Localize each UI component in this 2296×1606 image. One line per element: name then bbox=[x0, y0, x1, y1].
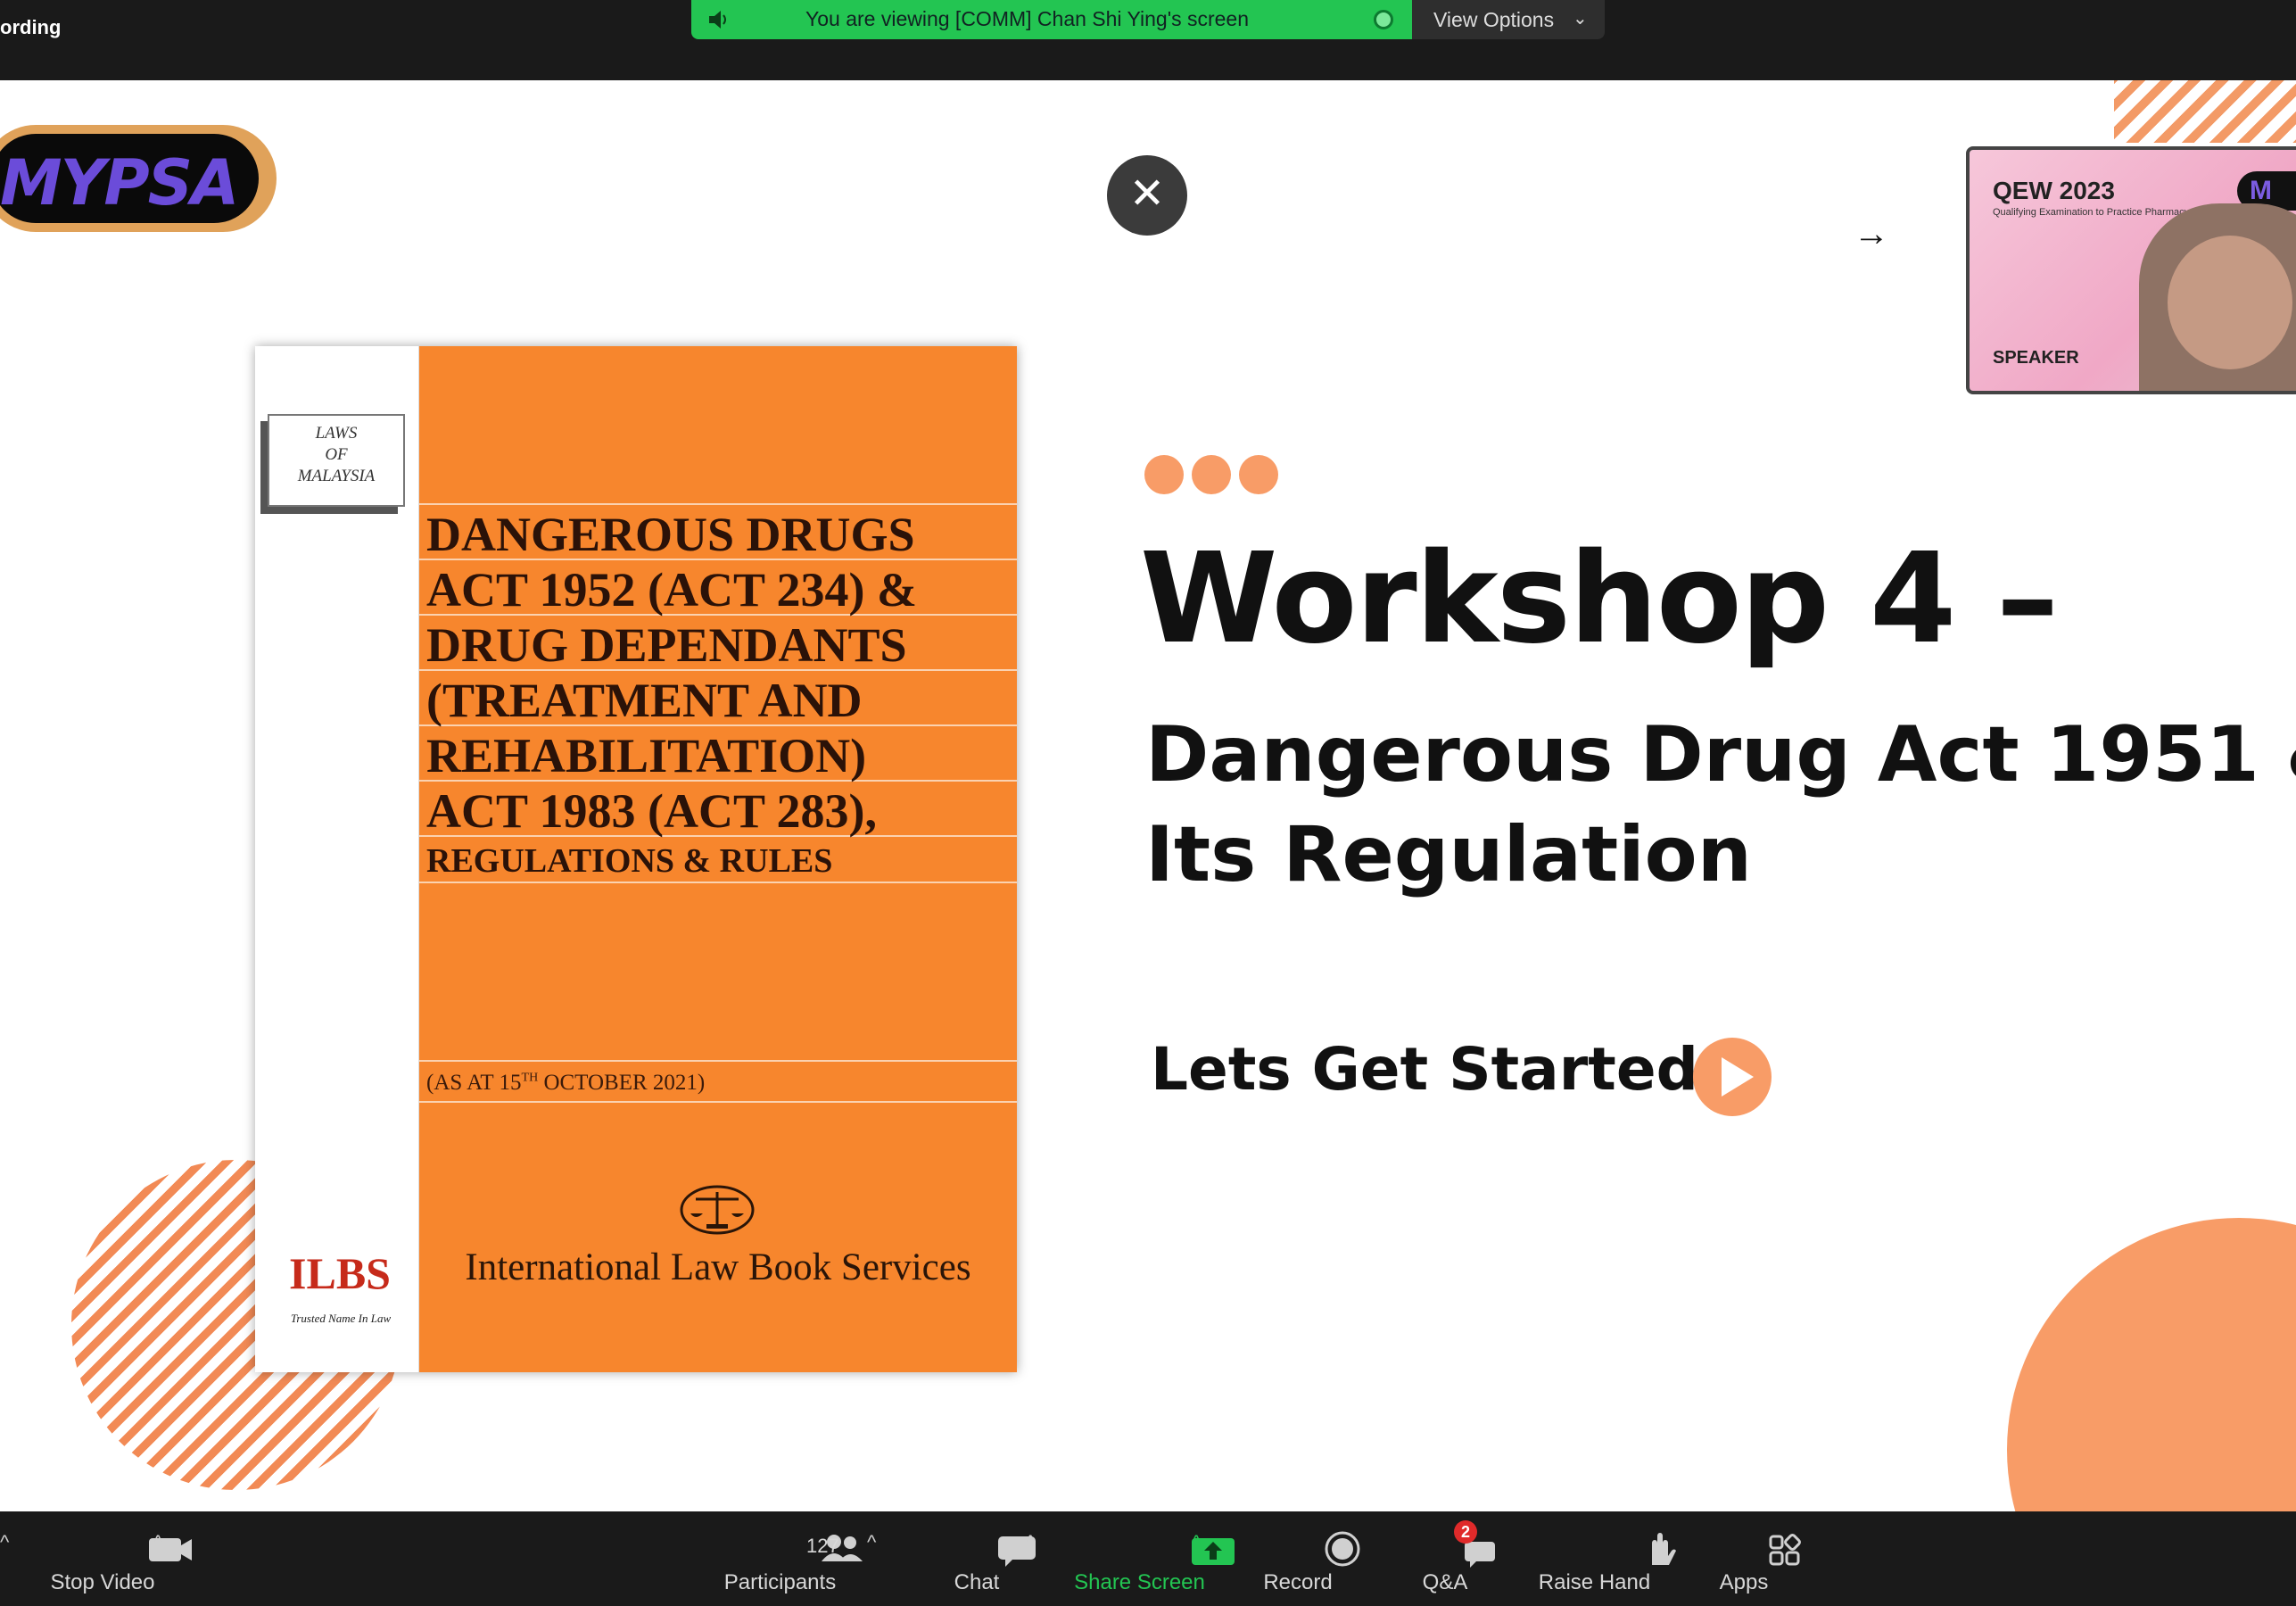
caret-up-icon[interactable]: ^ bbox=[867, 1531, 876, 1554]
share-screen-label: Share Screen bbox=[1074, 1570, 1205, 1594]
apps-label: Apps bbox=[1719, 1570, 1769, 1594]
decorative-dot bbox=[1192, 455, 1231, 494]
shared-screen-slide: MYPSA ✕ → LAWS OF MALAYSIA DANGEROUS DRU… bbox=[0, 80, 2296, 1511]
chat-label: Chat bbox=[954, 1570, 1000, 1594]
caret-up-icon[interactable]: ^ bbox=[1026, 1531, 1035, 1554]
apps-button[interactable]: Apps bbox=[1704, 1511, 1801, 1606]
book-title-line: ACT 1983 (ACT 283), bbox=[426, 784, 878, 838]
book-title-line: REHABILITATION) bbox=[426, 729, 867, 782]
speaker-face bbox=[2168, 236, 2292, 369]
book-title-line: (TREATMENT AND bbox=[426, 674, 863, 727]
mypsa-logo: MYPSA bbox=[0, 125, 277, 232]
participants-icon bbox=[821, 1535, 863, 1561]
ilbs-tagline: Trusted Name In Law bbox=[290, 1312, 392, 1325]
participants-button[interactable]: 127 Participants bbox=[706, 1511, 863, 1606]
video-camera-icon bbox=[149, 1538, 192, 1561]
book-date-sup: TH bbox=[521, 1071, 539, 1085]
publisher-name: International Law Book Services bbox=[465, 1246, 971, 1288]
raise-hand-button[interactable]: Raise Hand bbox=[1530, 1511, 1676, 1606]
caret-up-icon[interactable]: ^ bbox=[153, 1531, 162, 1554]
view-options-label: View Options bbox=[1433, 8, 1555, 31]
chevron-down-icon: ⌄ bbox=[1573, 9, 1588, 29]
stop-video-button[interactable]: Stop Video bbox=[36, 1511, 192, 1606]
speaker-volume-icon[interactable] bbox=[707, 9, 731, 30]
share-screen-button[interactable]: Share Screen bbox=[1066, 1511, 1235, 1606]
ilbs-logo: ILBS bbox=[289, 1248, 391, 1298]
book-date: (AS AT 15TH OCTOBER 2021) bbox=[426, 1071, 705, 1096]
play-icon bbox=[1693, 1038, 1772, 1116]
stop-video-label: Stop Video bbox=[50, 1570, 155, 1594]
book-title-line: DRUG DEPENDANTS bbox=[426, 618, 907, 672]
speaker-label: SPEAKER bbox=[1993, 348, 2079, 368]
viewing-banner-text: You are viewing [COMM] Chan Shi Ying's s… bbox=[805, 7, 1250, 30]
record-button[interactable]: Record bbox=[1253, 1511, 1360, 1606]
decorative-dot bbox=[1239, 455, 1278, 494]
recording-label: ording bbox=[0, 16, 62, 38]
qa-label: Q&A bbox=[1422, 1570, 1468, 1594]
arrow-right-icon: → bbox=[1854, 214, 1889, 253]
laws-box-line: LAWS bbox=[315, 424, 358, 443]
laws-of-malaysia-box: LAWS OF MALAYSIA bbox=[268, 414, 405, 507]
close-button[interactable]: ✕ bbox=[1107, 155, 1187, 236]
logo-text: MYPSA bbox=[0, 146, 239, 219]
book-title: DANGEROUS DRUGS ACT 1952 (ACT 234) & DRU… bbox=[426, 507, 1006, 883]
viewing-banner: You are viewing [COMM] Chan Shi Ying's s… bbox=[691, 0, 1412, 39]
slide-title: Workshop 4 – bbox=[1140, 526, 2059, 672]
decorative-orange-circle bbox=[2007, 1218, 2296, 1511]
book-subtitle: REGULATIONS & RULES bbox=[426, 842, 833, 880]
cover-rule bbox=[419, 1060, 1017, 1062]
qa-badge: 2 bbox=[1454, 1520, 1477, 1544]
apps-icon bbox=[1769, 1534, 1801, 1566]
participants-count: 127 bbox=[806, 1535, 839, 1557]
raise-hand-label: Raise Hand bbox=[1538, 1570, 1651, 1594]
decorative-dots bbox=[1144, 455, 1286, 499]
slide-subtitle-line: Dangerous Drug Act 1951 & bbox=[1145, 710, 2296, 799]
book-title-line: DANGEROUS DRUGS bbox=[426, 508, 915, 561]
book-date-suffix: OCTOBER 2021) bbox=[538, 1071, 706, 1095]
event-subtitle: Qualifying Examination to Practice Pharm… bbox=[1993, 207, 2190, 218]
view-options-button[interactable]: View Options ⌄ bbox=[1412, 0, 1605, 39]
top-bar: ording You are viewing [COMM] Chan Shi Y… bbox=[0, 0, 2296, 80]
record-label: Record bbox=[1263, 1570, 1333, 1594]
slide-subtitle: Dangerous Drug Act 1951 & Its Regulation bbox=[1145, 705, 2296, 905]
caret-up-icon[interactable]: ^ bbox=[1192, 1531, 1201, 1554]
laws-box-line: MALAYSIA bbox=[297, 467, 376, 485]
scales-of-justice-icon bbox=[680, 1185, 755, 1235]
event-title: QEW 2023 bbox=[1993, 177, 2115, 204]
chat-bubble-icon bbox=[998, 1536, 1036, 1567]
book-title-line: ACT 1952 (ACT 234) & bbox=[426, 563, 918, 617]
cta-text: Lets Get Started bbox=[1151, 1035, 1698, 1104]
decorative-dot bbox=[1144, 455, 1184, 494]
meeting-toolbar: ^ Stop Video ^ 127 Participants ^ Chat ^… bbox=[0, 1511, 2296, 1606]
decorative-stripes-top bbox=[2114, 80, 2296, 143]
chat-button[interactable]: Chat bbox=[937, 1511, 1036, 1606]
record-icon bbox=[1325, 1531, 1360, 1567]
participants-label: Participants bbox=[723, 1570, 837, 1594]
status-dot-icon bbox=[1374, 10, 1393, 29]
zoom-window: ording You are viewing [COMM] Chan Shi Y… bbox=[0, 0, 2296, 1606]
cover-rule bbox=[419, 503, 1017, 505]
qa-button[interactable]: 2 Q&A bbox=[1405, 1511, 1495, 1606]
laws-box-line: OF bbox=[325, 445, 348, 464]
book-cover-image: LAWS OF MALAYSIA DANGEROUS DRUGS ACT 195… bbox=[255, 346, 1017, 1372]
slide-subtitle-line: Its Regulation bbox=[1145, 810, 1752, 899]
speaker-video-thumbnail[interactable]: QEW 2023 Qualifying Examination to Pract… bbox=[1966, 146, 2296, 394]
book-date-prefix: (AS AT 15 bbox=[426, 1071, 522, 1095]
caret-up-icon[interactable]: ^ bbox=[0, 1531, 9, 1554]
cover-rule bbox=[419, 1101, 1017, 1103]
